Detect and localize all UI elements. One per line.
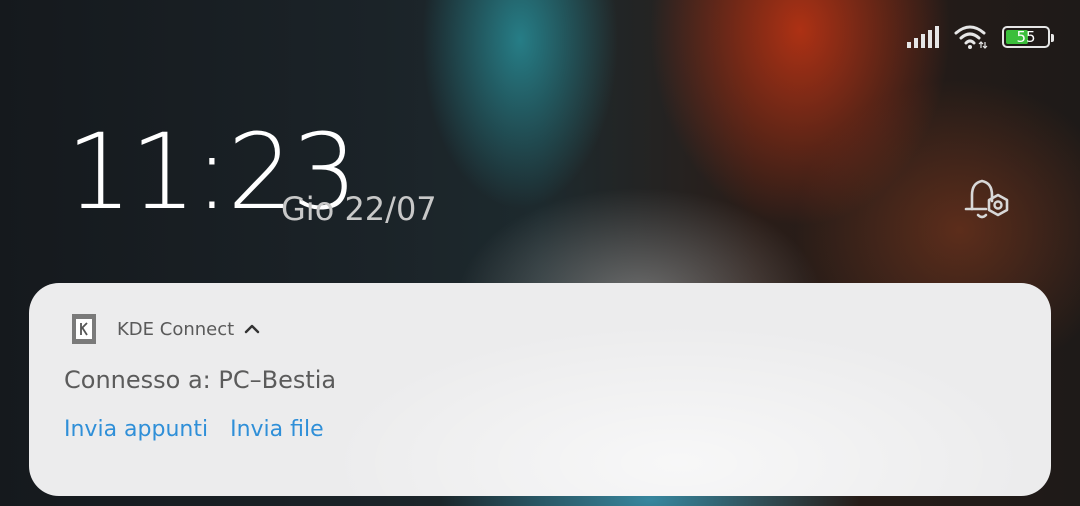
battery-icon: 55 — [1002, 26, 1054, 48]
kde-connect-icon — [71, 313, 97, 345]
bell-settings-icon[interactable] — [960, 175, 1012, 227]
send-clipboard-button[interactable]: Invia appunti — [64, 417, 208, 442]
status-bar: 55 — [906, 20, 1054, 54]
notification-app-name: KDE Connect — [117, 318, 235, 340]
wifi-icon — [954, 24, 988, 50]
chevron-up-icon[interactable] — [244, 320, 260, 339]
notification-card[interactable]: KDE Connect Connesso a: PC–Bestia Invia … — [29, 283, 1051, 496]
notification-header[interactable]: KDE Connect — [71, 313, 260, 345]
notification-actions: Invia appunti Invia file — [64, 417, 324, 442]
send-file-button[interactable]: Invia file — [230, 417, 324, 442]
notification-text: Connesso a: PC–Bestia — [64, 366, 337, 394]
lockscreen-date: Gio 22/07 — [281, 190, 437, 228]
signal-icon — [906, 25, 940, 49]
battery-level: 55 — [1016, 28, 1036, 46]
